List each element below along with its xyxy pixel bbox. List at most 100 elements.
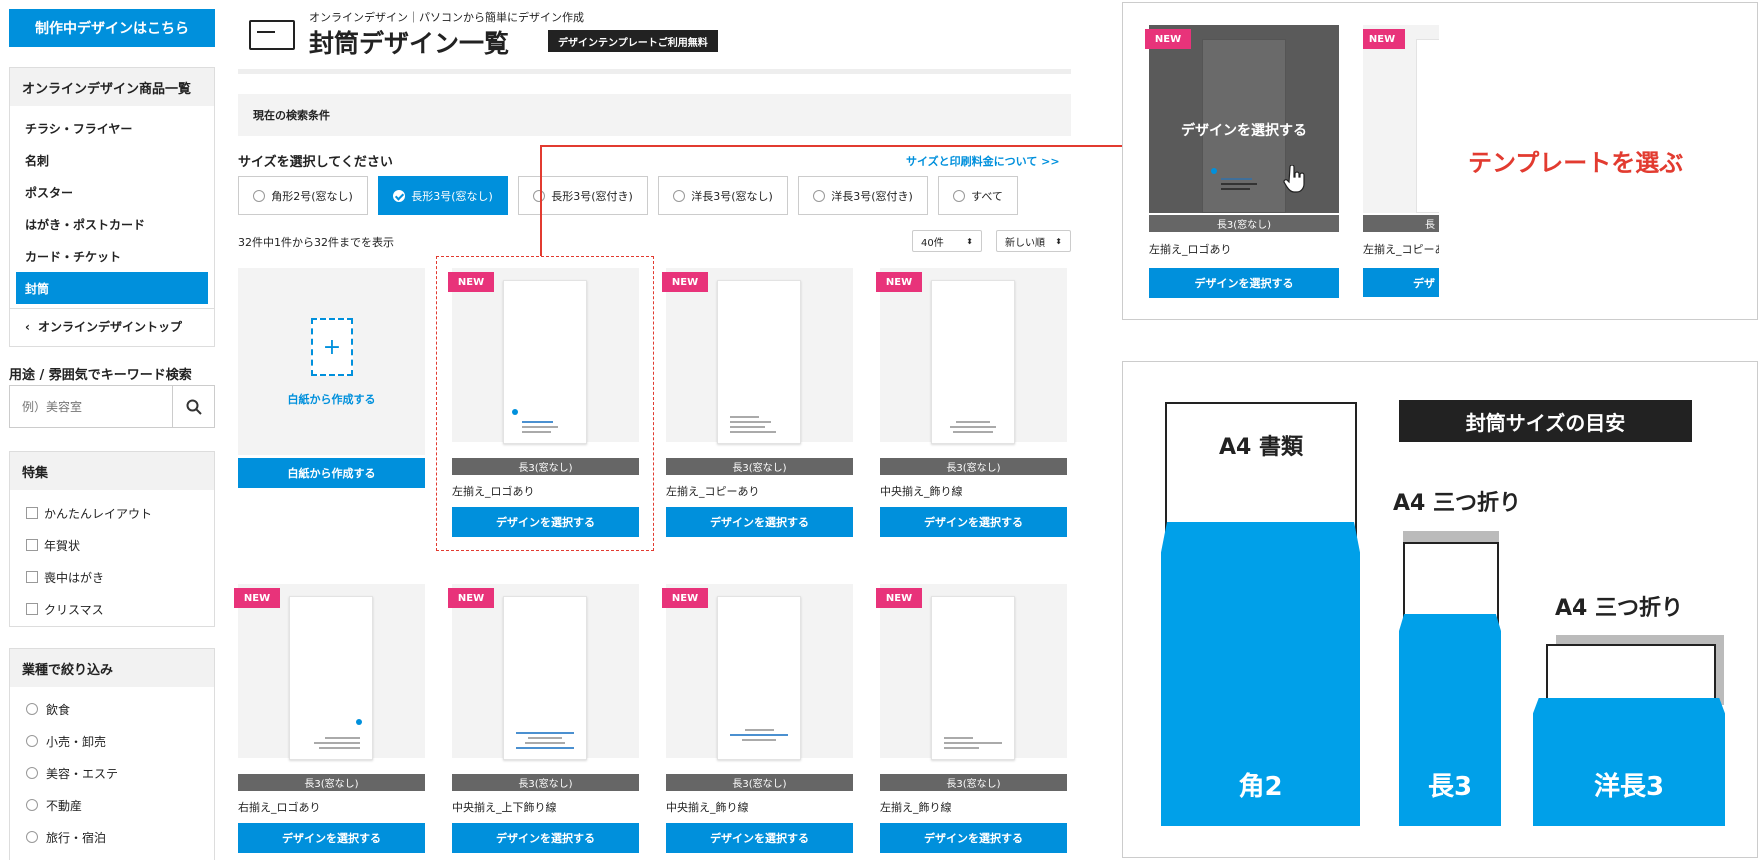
product-list-panel: オンラインデザイン商品一覧 チラシ・フライヤー 名刺 ポスター はがき・ポストカ… <box>9 67 215 347</box>
sidebar-item-business-card[interactable]: 名刺 <box>10 144 214 176</box>
card-name: 左揃え_飾り線 <box>880 801 952 814</box>
card-size-label: 長3(窓なし) <box>452 774 639 791</box>
size-option-naga3-window[interactable]: 長形3号(窓付き) <box>518 176 648 215</box>
back-label: オンラインデザイントップ <box>37 320 182 334</box>
sidebar-item-postcard[interactable]: はがき・ポストカード <box>10 208 214 240</box>
industry-title: 業種で絞り込み <box>10 649 214 687</box>
search-conditions-label: 現在の検索条件 <box>253 109 330 122</box>
industry-food[interactable]: 飲食 <box>10 693 214 725</box>
page-subtitle: オンラインデザイン｜パソコンから簡単にデザイン作成 <box>309 11 584 24</box>
feature-christmas[interactable]: クリスマス <box>10 593 214 625</box>
new-tag: NEW <box>662 272 708 292</box>
checkbox[interactable] <box>26 603 38 615</box>
radio[interactable] <box>26 703 38 715</box>
select-design-button[interactable]: デザインを選択する <box>880 823 1067 853</box>
size-option-naga3-nowindow[interactable]: 長形3号(窓なし) <box>378 176 508 215</box>
template-card: NEW 長3(窓なし) 右揃え_ロゴあり デザインを選択する <box>234 584 425 854</box>
blank-page-icon: + <box>311 318 353 376</box>
feature-label: 年賀状 <box>44 538 81 553</box>
envelope-thumbnail[interactable] <box>931 596 1015 760</box>
envelope-thumbnail[interactable] <box>717 280 801 444</box>
envelope-size-guide: 封筒サイズの目安 A4 書類 角2 A4 三つ折り 長3 A4 三つ折り 洋長3 <box>1122 361 1758 858</box>
yonaga3-doc-label: A4 三つ折り <box>1555 596 1683 621</box>
checkbox[interactable] <box>26 571 38 583</box>
sidebar-item-card-ticket[interactable]: カード・チケット <box>10 240 214 272</box>
industry-travel[interactable]: 旅行・宿泊 <box>10 821 214 853</box>
zoom-select-design-button-2[interactable]: デザ <box>1363 268 1439 297</box>
size-section-title: サイズを選択してください <box>238 155 393 170</box>
search-button[interactable] <box>172 386 214 427</box>
checkbox[interactable] <box>26 507 38 519</box>
select-design-button[interactable]: デザインを選択する <box>238 823 425 853</box>
select-design-button[interactable]: デザインを選択する <box>666 507 853 537</box>
feature-label: クリスマス <box>44 602 104 617</box>
per-page-value: 40件 <box>921 237 944 249</box>
size-option-all[interactable]: すべて <box>938 176 1018 215</box>
feature-easy-layout[interactable]: かんたんレイアウト <box>10 497 214 529</box>
sort-select[interactable]: 新しい順 ⬍ <box>996 230 1071 252</box>
zoom-select-design-button[interactable]: デザインを選択する <box>1149 268 1339 298</box>
keyword-search-input[interactable] <box>10 386 172 427</box>
size-option-label: 洋長3号(窓なし) <box>691 189 773 203</box>
zoom-card-partial: NEW 長 左揃え_コピーあ デザ <box>1363 25 1439 297</box>
feature-mourning[interactable]: 喪中はがき <box>10 561 214 593</box>
zoom-envelope-thumbnail-2[interactable] <box>1416 39 1439 213</box>
template-card: NEW 長3(窓なし) 中央揃え_飾り線 デザインを選択する <box>662 584 853 854</box>
industry-label: 小売・卸売 <box>46 734 107 749</box>
radio[interactable] <box>26 831 38 843</box>
template-card: NEW 長3(窓なし) 中央揃え_上下飾り線 デザインを選択する <box>448 584 639 854</box>
feature-new-year[interactable]: 年賀状 <box>10 529 214 561</box>
size-option-kaku2[interactable]: 角形2号(窓なし) <box>238 176 368 215</box>
kaku2-doc-label: A4 書類 <box>1219 435 1303 460</box>
size-option-label: 長形3号(窓なし) <box>411 189 493 203</box>
connector-line-v <box>540 145 542 256</box>
guide-title: 封筒サイズの目安 <box>1399 400 1692 442</box>
page-title: 封筒デザイン一覧 <box>309 29 510 58</box>
header-divider <box>238 69 1071 74</box>
select-design-button[interactable]: デザインを選択する <box>880 507 1067 537</box>
template-card: NEW 長3(窓なし) 中央揃え_飾り線 デザインを選択する <box>876 268 1067 538</box>
envelope-thumbnail[interactable] <box>503 596 587 760</box>
keyword-search-title: 用途 / 雰囲気でキーワード検索 <box>9 368 192 383</box>
industry-retail[interactable]: 小売・卸売 <box>10 725 214 757</box>
size-option-label: 角形2号(窓なし) <box>271 189 353 203</box>
size-option-label: 洋長3号(窓付き) <box>831 189 913 203</box>
industry-real-estate[interactable]: 不動産 <box>10 789 214 821</box>
radio <box>673 189 686 202</box>
radio[interactable] <box>26 799 38 811</box>
envelope-thumbnail[interactable] <box>289 596 373 760</box>
card-name: 中央揃え_飾り線 <box>666 801 749 814</box>
size-option-yonaga3-window[interactable]: 洋長3号(窓付き) <box>798 176 928 215</box>
zoom-hover-overlay-label[interactable]: デザインを選択する <box>1149 120 1339 140</box>
new-tag: NEW <box>876 272 922 292</box>
radio[interactable] <box>26 735 38 747</box>
blank-create-card[interactable]: + 白紙から作成する <box>238 268 425 455</box>
envelope-thumbnail[interactable] <box>717 596 801 760</box>
radio <box>253 189 266 202</box>
in-progress-designs-button[interactable]: 制作中デザインはこちら <box>9 9 215 47</box>
size-price-link[interactable]: サイズと印刷料金について >> <box>906 153 1060 169</box>
blank-create-label: 白紙から作成する <box>287 393 376 406</box>
envelope-thumbnail[interactable] <box>931 280 1015 444</box>
sidebar-item-poster[interactable]: ポスター <box>10 176 214 208</box>
blank-create-button[interactable]: 白紙から作成する <box>238 458 425 488</box>
sidebar-item-flyer[interactable]: チラシ・フライヤー <box>10 112 214 144</box>
yonaga3-label: 洋長3 <box>1593 772 1665 802</box>
card-size-label: 長3(窓なし) <box>666 458 853 475</box>
radio[interactable] <box>26 767 38 779</box>
size-option-yonaga3-nowindow[interactable]: 洋長3号(窓なし) <box>658 176 788 215</box>
select-design-button[interactable]: デザインを選択する <box>452 823 639 853</box>
select-design-button[interactable]: デザインを選択する <box>666 823 853 853</box>
industry-beauty[interactable]: 美容・エステ <box>10 757 214 789</box>
envelope-icon <box>249 20 295 50</box>
checkbox[interactable] <box>26 539 38 551</box>
sidebar-item-envelope[interactable]: 封筒 <box>16 272 208 304</box>
per-page-select[interactable]: 40件 ⬍ <box>912 230 982 252</box>
back-to-online-design-top[interactable]: ‹ オンラインデザイントップ <box>10 308 214 344</box>
search-conditions-bar: 現在の検索条件 <box>238 94 1071 136</box>
industry-label: 飲食 <box>46 702 71 717</box>
template-card: NEW 長3(窓なし) 左揃え_飾り線 デザインを選択する <box>876 584 1067 854</box>
updown-icon: ⬍ <box>966 236 973 246</box>
template-card: NEW 長3(窓なし) 左揃え_コピーあり デザインを選択する <box>662 268 853 538</box>
zoom-card-size-label-2: 長 <box>1363 215 1439 232</box>
